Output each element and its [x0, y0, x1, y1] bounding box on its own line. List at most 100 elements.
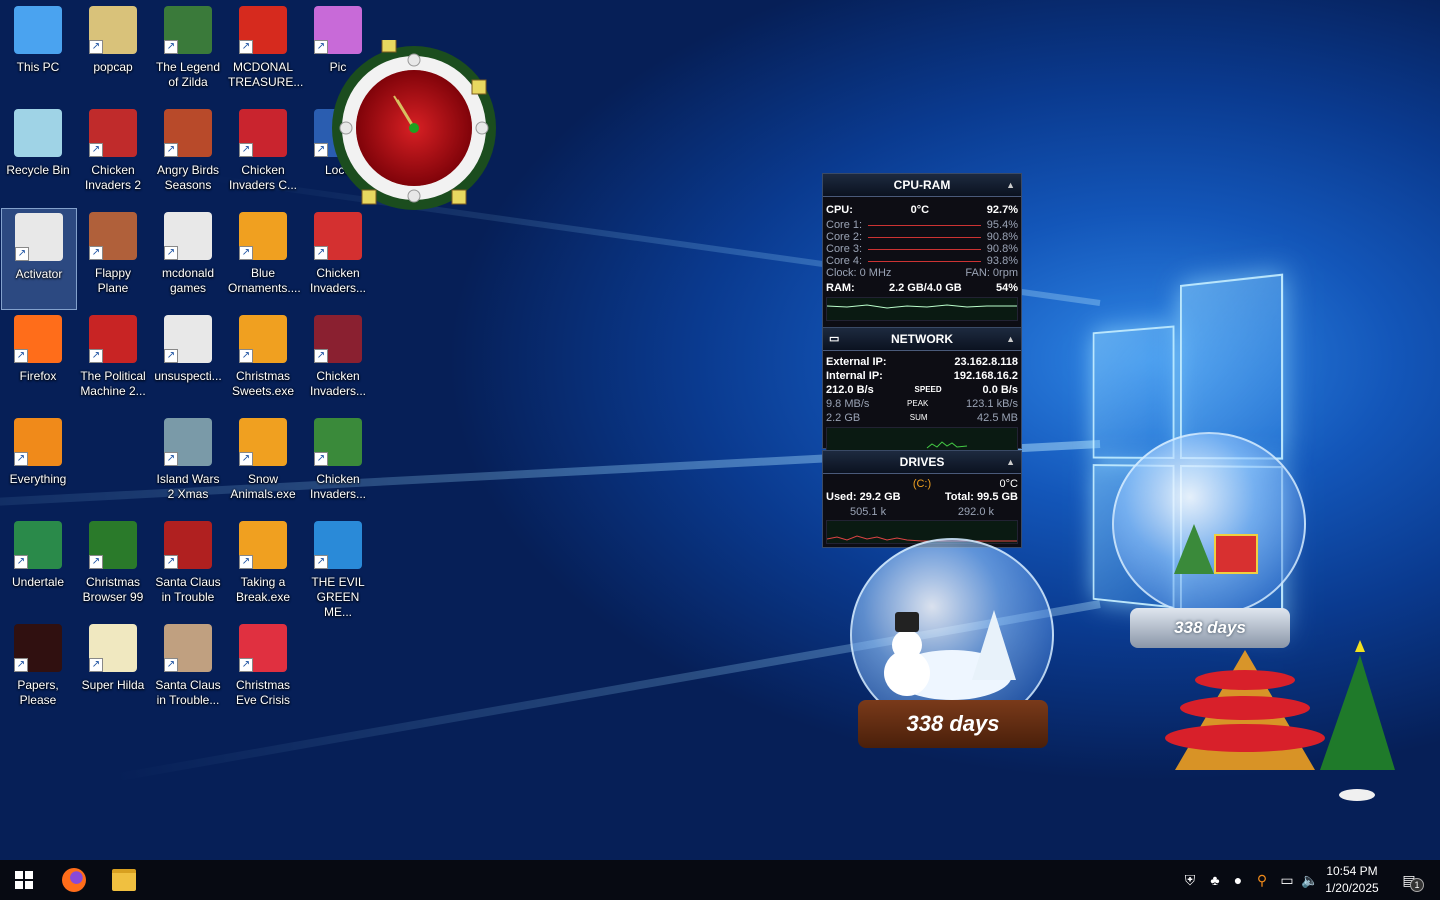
game-icon: ↗ — [89, 624, 137, 672]
desktop-icon[interactable]: ↗ Santa Claus in Trouble — [151, 517, 225, 617]
wreath-clock-gadget[interactable] — [322, 40, 502, 210]
system-clock[interactable]: 10:54 PM 1/20/2025 — [1322, 863, 1382, 897]
ram-value: 2.2 GB/4.0 GB — [889, 281, 962, 295]
desktop-icon[interactable]: ↗ Island Wars 2 Xmas — [151, 414, 225, 514]
desktop-icon[interactable]: ↗ Taking a Break.exe — [226, 517, 300, 617]
game-icon: ↗ — [89, 212, 137, 260]
windows-start-icon — [15, 871, 33, 889]
chicken-icon: ↗ — [239, 109, 287, 157]
shortcut-arrow-icon: ↗ — [89, 143, 103, 157]
file-icon: ↗ — [15, 213, 63, 261]
desktop-icon-label: This PC — [1, 60, 75, 75]
chicken-icon: ↗ — [314, 418, 362, 466]
drive-write: 292.0 k — [958, 506, 1018, 518]
desktop-icon[interactable]: ↗ unsuspecti... — [151, 311, 225, 411]
desktop-icon[interactable]: ↗ Activator — [1, 208, 77, 310]
cpu-label: CPU: — [826, 203, 853, 217]
shortcut-arrow-icon: ↗ — [239, 349, 253, 363]
shortcut-arrow-icon: ↗ — [89, 555, 103, 569]
drop-tray-icon[interactable]: ● — [1229, 870, 1247, 890]
core-value: 93.8% — [987, 255, 1018, 267]
popcap-icon: ↗ — [239, 315, 287, 363]
desktop-icon[interactable]: ↗ Chicken Invaders C... — [226, 105, 300, 205]
desktop-icon-label: Island Wars 2 Xmas — [151, 472, 225, 502]
speed-down: 212.0 B/s — [826, 383, 874, 397]
cpu-temp: 0°C — [911, 203, 929, 217]
desktop-icon[interactable]: ↗ Christmas Eve Crisis — [226, 620, 300, 720]
network-gadget: ▭ NETWORK ▲ External IP: 23.162.8.118 Int… — [822, 327, 1022, 449]
desktop-icon[interactable]: ↗ MCDONAL TREASURE... — [226, 2, 300, 102]
desktop-icon-label: Blue Ornaments.... — [226, 266, 300, 296]
shortcut-arrow-icon: ↗ — [314, 349, 328, 363]
desktop-icon[interactable]: ↗ Christmas Browser 99 — [76, 517, 150, 617]
shortcut-arrow-icon: ↗ — [239, 143, 253, 157]
folder-icon: ↗ — [89, 6, 137, 54]
desktop-icon[interactable]: ↗ The Political Machine 2... — [76, 311, 150, 411]
chicken-icon: ↗ — [89, 109, 137, 157]
shortcut-arrow-icon: ↗ — [14, 658, 28, 672]
game-icon: ↗ — [89, 315, 137, 363]
taskbar-file-explorer[interactable] — [100, 860, 148, 900]
network-graph — [826, 427, 1018, 451]
volume-icon[interactable]: 🔈 — [1301, 870, 1319, 890]
messenger-icon: ↗ — [314, 521, 362, 569]
shortcut-arrow-icon: ↗ — [239, 555, 253, 569]
desktop-icon-label: Firefox — [1, 369, 75, 384]
network-icon[interactable]: ▭ — [1278, 870, 1296, 890]
desktop-icon-label: Christmas Eve Crisis — [226, 678, 300, 708]
speed-up: 0.0 B/s — [983, 383, 1018, 397]
desktop-icon-label: Chicken Invaders 2 — [76, 163, 150, 193]
desktop-icon[interactable]: ↗ Snow Animals.exe — [226, 414, 300, 514]
file-icon: ↗ — [164, 315, 212, 363]
shortcut-arrow-icon: ↗ — [89, 246, 103, 260]
security-tray-icon[interactable]: ⛨ — [1181, 870, 1199, 890]
desktop-icon[interactable]: ↗ Everything — [1, 414, 75, 514]
desktop-icon[interactable]: ↗ Papers, Please — [1, 620, 75, 720]
drive-total: Total: 99.5 GB — [945, 490, 1018, 504]
desktop-icon-label: MCDONAL TREASURE... — [226, 60, 300, 90]
wreath-icon — [332, 40, 496, 210]
desktop-icon[interactable]: ↗ Super Hilda — [76, 620, 150, 720]
shortcut-arrow-icon: ↗ — [239, 658, 253, 672]
desktop-icon[interactable]: ↗ Blue Ornaments.... — [226, 208, 300, 308]
start-button[interactable] — [0, 860, 48, 900]
desktop-icon[interactable]: ↗ popcap — [76, 2, 150, 102]
ram-label: RAM: — [826, 281, 855, 295]
desktop-icon[interactable]: Recycle Bin — [1, 105, 75, 205]
desktop-icon[interactable]: ↗ Firefox — [1, 311, 75, 411]
desktop-icon[interactable]: ↗ Santa Claus in Trouble... — [151, 620, 225, 720]
desktop-icon-label: Santa Claus in Trouble — [151, 575, 225, 605]
cpu-percent: 92.7% — [987, 203, 1018, 217]
desktop-icon[interactable]: ↗ Angry Birds Seasons — [151, 105, 225, 205]
collapse-arrow-icon[interactable]: ▲ — [1006, 174, 1015, 196]
desktop-icon-label: Activator — [2, 267, 76, 282]
desktop-icon[interactable]: ↗ THE EVIL GREEN ME... — [301, 517, 375, 617]
collapse-arrow-icon[interactable]: ▲ — [1006, 451, 1015, 473]
taskbar: ⛨ ♣ ● ⚲ ▭ 🔈 10:54 PM 1/20/2025 ▤ 1 — [0, 860, 1440, 900]
file-icon: ↗ — [164, 212, 212, 260]
desktop-icon[interactable]: ↗ mcdonald games — [151, 208, 225, 308]
christmas-tree-icon — [1165, 640, 1405, 810]
desktop-icon[interactable]: ↗ The Legend of Zilda — [151, 2, 225, 102]
shortcut-arrow-icon: ↗ — [164, 349, 178, 363]
app-tray-icon[interactable]: ♣ — [1206, 870, 1224, 890]
notification-center-icon[interactable]: ▤ 1 — [1398, 870, 1420, 890]
desktop-icon[interactable]: ↗ Chicken Invaders... — [301, 414, 375, 514]
desktop-icon[interactable]: ↗ Flappy Plane — [76, 208, 150, 308]
core-value: 90.8% — [987, 243, 1018, 255]
drive-letter: (C:) — [913, 478, 931, 490]
external-ip-label: External IP: — [826, 355, 887, 369]
taskbar-firefox[interactable] — [50, 860, 98, 900]
desktop-icon[interactable]: ↗ Christmas Sweets.exe — [226, 311, 300, 411]
desktop-icon-label: Chicken Invaders... — [301, 266, 375, 296]
desktop-icon[interactable]: ↗ Chicken Invaders... — [301, 311, 375, 411]
desktop-icon[interactable]: ↗ Chicken Invaders 2 — [76, 105, 150, 205]
search-icon[interactable]: ⚲ — [1253, 870, 1271, 890]
collapse-arrow-icon[interactable]: ▲ — [1006, 328, 1015, 350]
core-label: Core 2: — [826, 231, 862, 243]
desktop-icon[interactable]: ↗ Undertale — [1, 517, 75, 617]
desktop-icon-label: THE EVIL GREEN ME... — [301, 575, 375, 620]
desktop-icon-label: Chicken Invaders C... — [226, 163, 300, 193]
desktop-icon[interactable]: This PC — [1, 2, 75, 102]
drive-used: Used: 29.2 GB — [826, 490, 901, 504]
